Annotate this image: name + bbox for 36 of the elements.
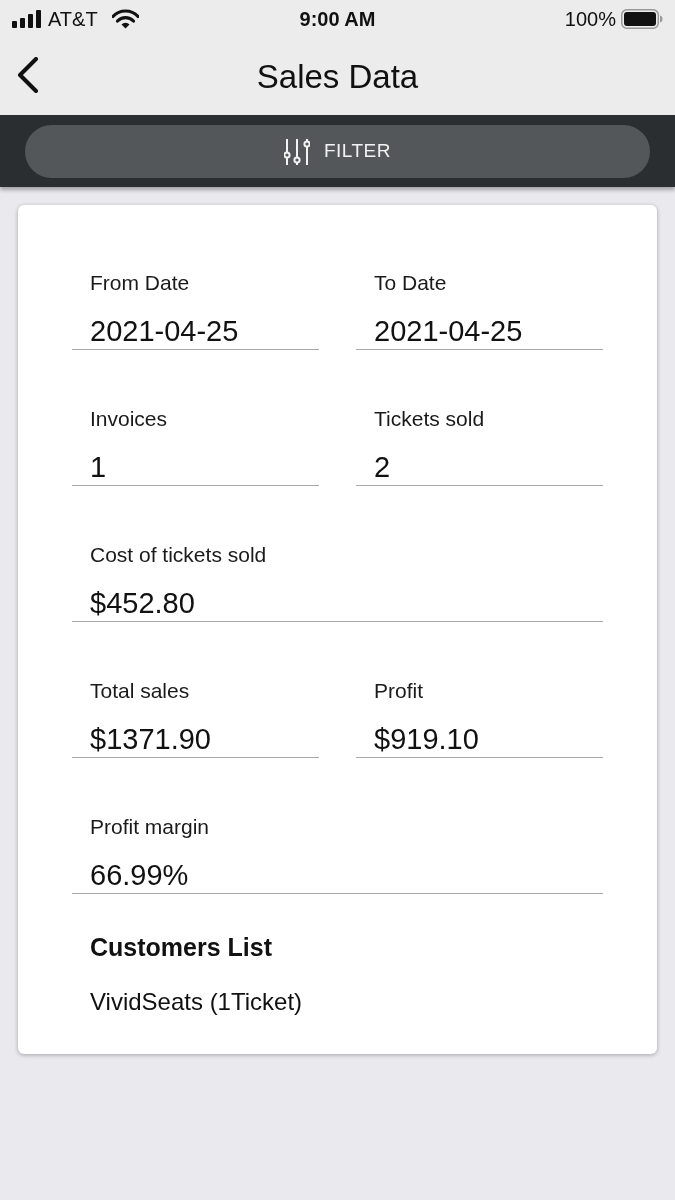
text-field[interactable]: From Date 2021-04-25 [72,271,319,350]
page-title: Sales Data [256,56,419,97]
customer-item: VividSeats (1Ticket) [89,988,304,1016]
field-label: Invoices [89,407,169,431]
field-value: 1 [89,450,108,484]
clock-time: 9:00 AM [299,7,376,32]
text-field[interactable]: Invoices 1 [72,407,319,486]
section-heading: Customers List [89,932,273,962]
field-label: From Date [89,271,191,295]
signal-icon [12,10,42,28]
field-value: 2021-04-25 [89,314,240,348]
field-label: Profit [373,679,424,703]
field-label: Tickets sold [373,407,486,431]
field-label: Total sales [89,679,191,703]
field-value: 2021-04-25 [373,314,524,348]
text-field[interactable]: Tickets sold 2 [356,407,603,486]
carrier-name: AT&T [48,7,98,32]
text-field[interactable]: Profit margin 66.99% [72,815,603,894]
battery-icon [621,9,663,29]
field-value: 66.99% [89,858,190,892]
battery-percent: 100% [564,7,616,32]
text-field[interactable]: Profit $919.10 [356,679,603,758]
field-value: $919.10 [373,722,480,756]
field-value: 2 [373,450,392,484]
field-label: To Date [373,271,448,295]
back-icon [17,57,39,93]
field-value: $1371.90 [89,722,212,756]
filter-button[interactable]: FILTER [25,125,650,178]
field-value: $452.80 [89,586,196,620]
sliders-icon [283,137,310,166]
field-label: Profit margin [89,815,211,839]
field-label: Cost of tickets sold [89,543,268,567]
text-field[interactable]: Cost of tickets sold $452.80 [72,543,603,622]
wifi-icon [111,9,139,29]
text-field[interactable]: Total sales $1371.90 [72,679,319,758]
text-field[interactable]: To Date 2021-04-25 [356,271,603,350]
